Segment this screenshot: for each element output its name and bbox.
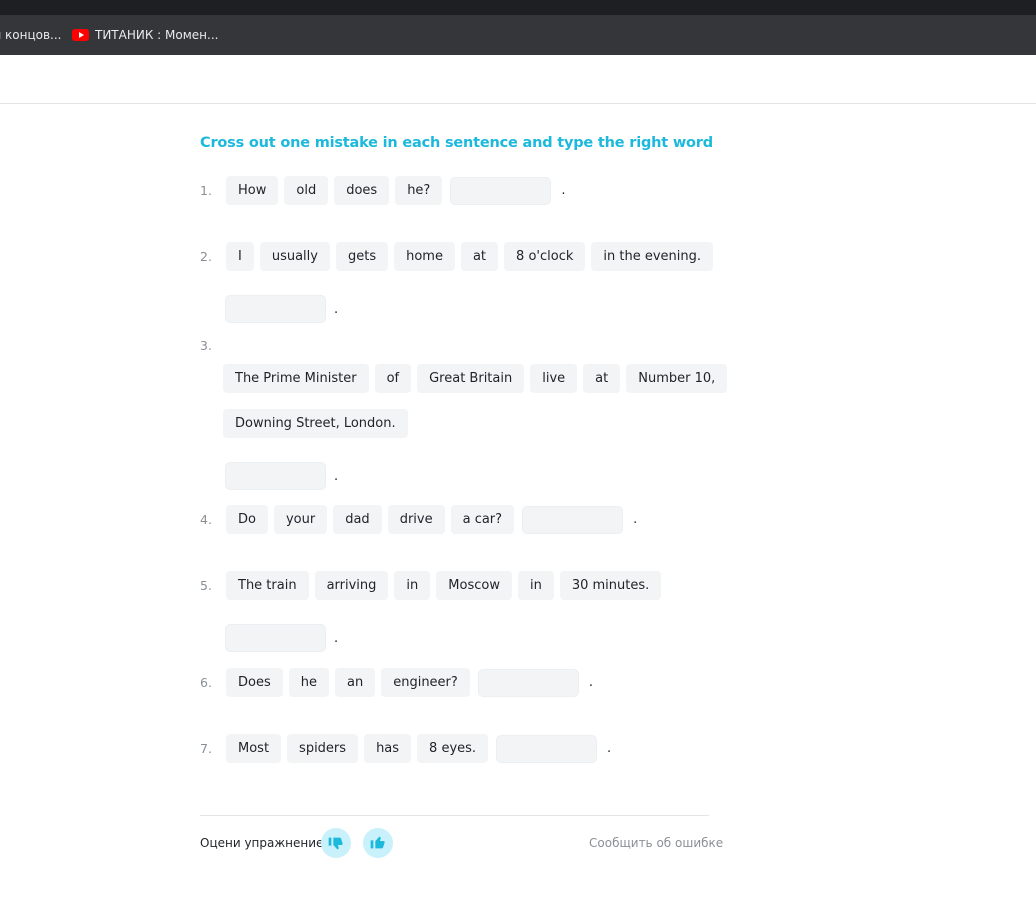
answer-input[interactable]	[496, 734, 598, 763]
word-chip[interactable]: at	[583, 364, 621, 393]
thumbs-up-icon	[370, 836, 385, 849]
sentence-5: The train arriving in Moscow in 30 minut…	[226, 571, 662, 600]
like-button[interactable]	[363, 828, 393, 858]
sentence-number: 1.	[200, 183, 212, 198]
sentence-number: 5.	[200, 578, 212, 593]
bookmark-item-titanic[interactable]: ТИТАНИК : Момен...	[72, 15, 218, 55]
bookmarks-bar: я концов... ТИТАНИК : Момен...	[0, 15, 1036, 55]
word-chip[interactable]: arriving	[314, 571, 389, 600]
word-chip[interactable]: in the evening.	[591, 242, 713, 271]
sentence-number: 7.	[200, 741, 212, 756]
word-chip[interactable]: Do	[226, 505, 268, 534]
dislike-button[interactable]	[321, 828, 351, 858]
word-chip[interactable]: he	[288, 668, 329, 697]
period: .	[561, 183, 566, 198]
exercise-title: Cross out one mistake in each sentence a…	[200, 135, 713, 151]
answer-input[interactable]	[522, 505, 624, 534]
footer-divider	[200, 815, 709, 816]
answer-input[interactable]	[450, 176, 552, 205]
bookmark-label: ТИТАНИК : Момен...	[95, 28, 219, 42]
word-chip[interactable]: gets	[335, 242, 389, 271]
word-chip[interactable]: How	[226, 176, 279, 205]
sentence-number: 3.	[200, 338, 212, 353]
word-chip[interactable]: Most	[226, 734, 282, 763]
period: .	[607, 741, 612, 756]
word-chip[interactable]: 8 eyes.	[417, 734, 489, 763]
sentence-7: Most spiders has 8 eyes. .	[226, 734, 611, 763]
word-chip[interactable]: Does	[226, 668, 283, 697]
header-divider	[0, 103, 1036, 104]
word-chip[interactable]: home	[394, 242, 455, 271]
word-chip[interactable]: usually	[259, 242, 330, 271]
word-chip[interactable]: The Prime Minister	[223, 364, 369, 393]
youtube-icon	[72, 29, 89, 41]
period: .	[633, 512, 638, 527]
word-chip[interactable]: Number 10,	[626, 364, 728, 393]
word-chip[interactable]: a car?	[450, 505, 515, 534]
word-chip[interactable]: drive	[387, 505, 445, 534]
answer-input[interactable]	[225, 295, 326, 323]
word-chip[interactable]: live	[530, 364, 578, 393]
word-chip[interactable]: Moscow	[436, 571, 512, 600]
word-chip[interactable]: old	[284, 176, 329, 205]
answer-input[interactable]	[225, 462, 326, 490]
rate-label: Оцени упражнение	[200, 836, 324, 850]
word-chip[interactable]: does	[334, 176, 390, 205]
sentence-2: I usually gets home at 8 o'clock in the …	[226, 242, 713, 271]
word-chip[interactable]: I	[226, 242, 254, 271]
word-chip[interactable]: engineer?	[381, 668, 470, 697]
answer-row-5: .	[225, 624, 338, 652]
word-chip[interactable]: of	[374, 364, 412, 393]
sentence-number: 2.	[200, 249, 212, 264]
word-chip[interactable]: an	[335, 668, 376, 697]
period: .	[334, 630, 339, 646]
report-error-link[interactable]: Сообщить об ошибке	[589, 836, 723, 850]
sentence-3-line-2: Downing Street, London.	[223, 409, 408, 438]
period: .	[334, 301, 339, 317]
word-chip[interactable]: he?	[395, 176, 443, 205]
word-chip[interactable]: dad	[333, 505, 382, 534]
answer-row-3: .	[225, 462, 338, 490]
word-chip[interactable]: spiders	[287, 734, 359, 763]
word-chip[interactable]: your	[273, 505, 328, 534]
bookmark-item[interactable]: я концов...	[0, 15, 62, 55]
word-chip[interactable]: Great Britain	[417, 364, 525, 393]
sentence-number: 6.	[200, 675, 212, 690]
answer-input[interactable]	[477, 668, 579, 697]
word-chip[interactable]: has	[364, 734, 412, 763]
period: .	[588, 675, 593, 690]
answer-input[interactable]	[225, 624, 326, 652]
word-chip[interactable]: Downing Street, London.	[223, 409, 408, 438]
sentence-6: Does he an engineer? .	[226, 668, 593, 697]
sentence-1: How old does he? .	[226, 176, 565, 205]
word-chip[interactable]: The train	[226, 571, 309, 600]
word-chip[interactable]: in	[517, 571, 554, 600]
word-chip[interactable]: in	[394, 571, 431, 600]
period: .	[334, 468, 339, 484]
bookmark-label: я концов...	[0, 28, 62, 42]
word-chip[interactable]: 30 minutes.	[559, 571, 662, 600]
sentence-3: The Prime Minister of Great Britain live…	[223, 364, 728, 393]
sentence-4: Do your dad drive a car? .	[226, 505, 637, 534]
browser-top-bar	[0, 0, 1036, 15]
word-chip[interactable]: at	[460, 242, 499, 271]
thumbs-down-icon	[328, 837, 343, 850]
answer-row-2: .	[225, 295, 338, 323]
sentence-number: 4.	[200, 512, 212, 527]
word-chip[interactable]: 8 o'clock	[504, 242, 586, 271]
